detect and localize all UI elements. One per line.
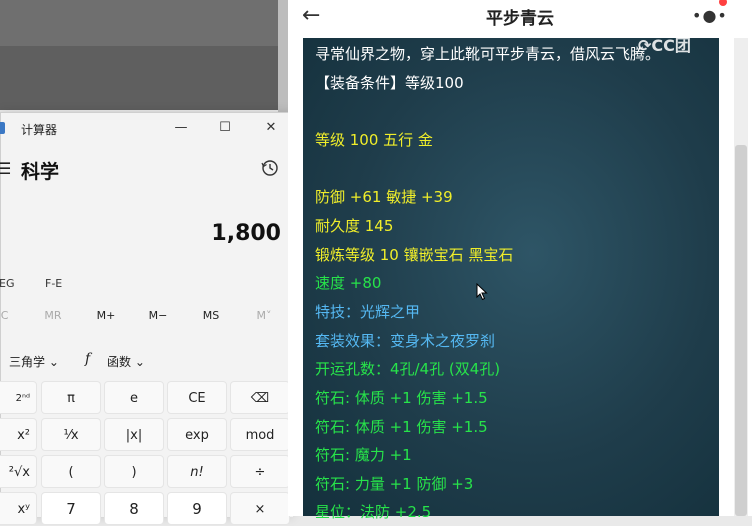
- calculator-mode: 科学: [21, 161, 60, 183]
- pi-key[interactable]: π: [41, 381, 101, 414]
- memory-clear-button[interactable]: IC: [0, 309, 23, 322]
- minimize-button[interactable]: —: [167, 118, 195, 138]
- trig-label: 三角学: [9, 355, 46, 369]
- item-description: 寻常仙界之物，穿上此靴可平步青云，借风云飞腾。: [315, 45, 661, 63]
- item-speed: 速度 +80: [315, 274, 382, 292]
- history-icon[interactable]: [260, 158, 280, 178]
- memory-store-button[interactable]: MS: [191, 309, 231, 322]
- memory-row: IC MR M+ M− MS M˅: [0, 309, 293, 325]
- background-window-band: [0, 46, 278, 110]
- scrollbar-thumb[interactable]: [735, 145, 747, 516]
- absolute-key[interactable]: |x|: [104, 418, 164, 451]
- item-rune-2: 符石: 体质 +1 伤害 +1.5: [315, 418, 488, 436]
- second-key[interactable]: 2ⁿᵈ: [0, 381, 37, 414]
- multiply-key[interactable]: ×: [230, 492, 290, 525]
- function-dropdown[interactable]: 函数 ⌄: [107, 353, 145, 370]
- trig-dropdown[interactable]: 三角学 ⌄: [9, 353, 59, 370]
- open-paren-key[interactable]: (: [41, 455, 101, 488]
- eight-key[interactable]: 8: [104, 492, 164, 525]
- watermark-icon: ⟳: [638, 36, 652, 55]
- chevron-down-icon: ⌄: [134, 355, 145, 369]
- divide-key[interactable]: ÷: [230, 455, 290, 488]
- close-button[interactable]: ✕: [257, 118, 285, 138]
- angle-row: EG F-E: [0, 275, 293, 295]
- item-set-effect: 套装效果：变身术之夜罗刹: [315, 332, 496, 350]
- function-row: 三角学 ⌄ f 函数 ⌄: [1, 351, 293, 371]
- function-label: 函数: [107, 355, 132, 369]
- watermark-logo: ⟳CC团: [638, 32, 691, 56]
- reciprocal-key[interactable]: ¹⁄x: [41, 418, 101, 451]
- seven-key[interactable]: 7: [41, 492, 101, 525]
- square-key[interactable]: x²: [0, 418, 37, 451]
- power-key[interactable]: xʸ: [0, 492, 37, 525]
- clear-entry-key[interactable]: CE: [167, 381, 227, 414]
- deg-button[interactable]: EG: [0, 277, 14, 290]
- close-paren-key[interactable]: ): [104, 455, 164, 488]
- more-options-icon[interactable]: •●•: [692, 6, 728, 25]
- factorial-key[interactable]: n!: [167, 455, 227, 488]
- calculator-title: 计算器: [21, 123, 58, 137]
- mouse-cursor-icon: [476, 283, 488, 301]
- calculator-titlebar[interactable]: 计算器 — ☐ ✕: [0, 113, 293, 143]
- calculator-display: 1,800: [211, 221, 281, 246]
- chevron-down-icon: ⌄: [48, 355, 59, 369]
- item-rune-3: 符石: 魔力 +1: [315, 446, 412, 464]
- memory-add-button[interactable]: M+: [86, 309, 126, 322]
- item-star-position: 星位：法防 +2.5: [315, 503, 432, 521]
- item-stats: 防御 +61 敏捷 +39: [315, 188, 453, 206]
- exp-key[interactable]: exp: [167, 418, 227, 451]
- memory-list-button[interactable]: M˅: [244, 309, 284, 322]
- item-sockets: 开运孔数：4孔/4孔 (双4孔): [315, 360, 501, 378]
- fe-button[interactable]: F-E: [45, 277, 62, 290]
- maximize-button[interactable]: ☐: [211, 118, 239, 138]
- item-forging: 锻炼等级 10 镶嵌宝石 黑宝石: [315, 246, 514, 264]
- mod-key[interactable]: mod: [230, 418, 290, 451]
- calculator-window: 计算器 — ☐ ✕ ☰ 科学 1,800 EG F-E IC MR M+ M− …: [0, 112, 293, 525]
- calculator-app-icon: [0, 122, 5, 134]
- item-rune-4: 符石: 力量 +1 防御 +3: [315, 475, 474, 493]
- function-icon: f: [85, 351, 91, 367]
- memory-subtract-button[interactable]: M−: [138, 309, 178, 322]
- watermark-text: CC团: [651, 36, 691, 55]
- item-rune-1: 符石: 体质 +1 伤害 +1.5: [315, 389, 488, 407]
- e-key[interactable]: e: [104, 381, 164, 414]
- item-durability: 耐久度 145: [315, 217, 394, 235]
- memory-recall-button[interactable]: MR: [33, 309, 73, 322]
- menu-icon[interactable]: ☰: [0, 159, 11, 178]
- sqrt-key[interactable]: ²√x: [0, 455, 37, 488]
- backspace-key[interactable]: ⌫: [230, 381, 290, 414]
- item-requirement: 【装备条件】等级100: [315, 74, 464, 92]
- nine-key[interactable]: 9: [167, 492, 227, 525]
- item-level: 等级 100 五行 金: [315, 131, 433, 149]
- page-title: 平步青云: [486, 9, 554, 29]
- item-special-skill: 特技：光辉之甲: [315, 303, 421, 321]
